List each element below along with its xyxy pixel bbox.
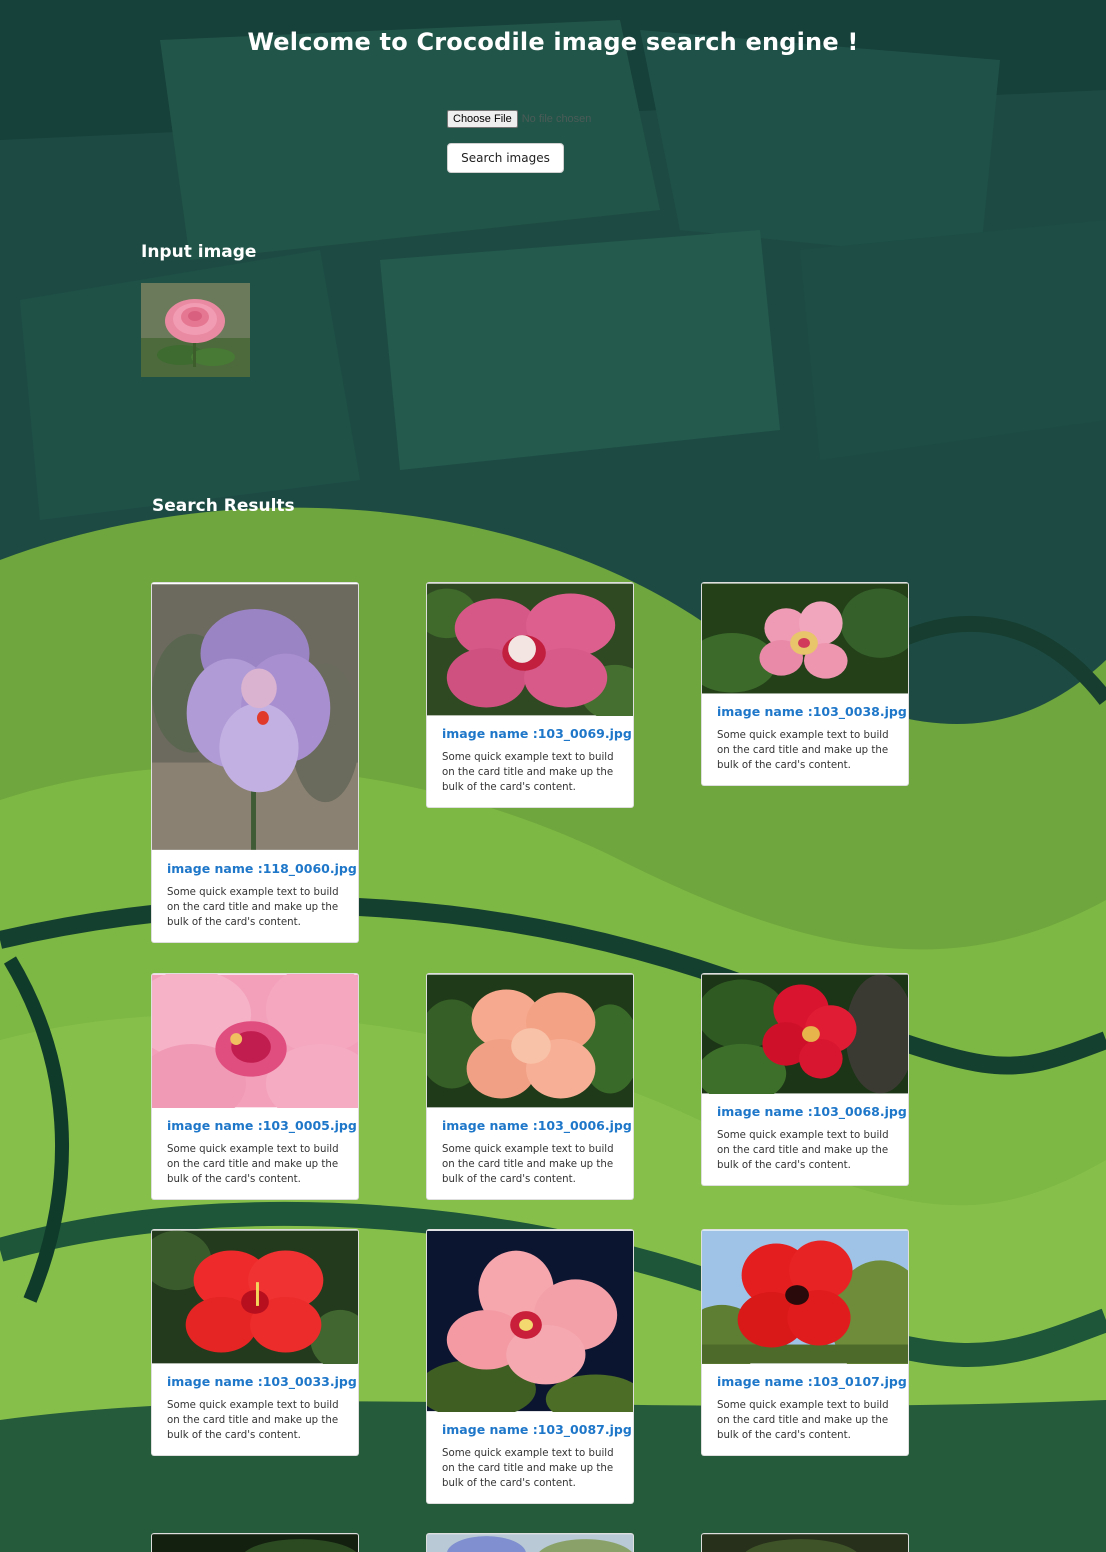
- result-image[interactable]: [702, 1230, 908, 1364]
- choose-file-button[interactable]: Choose File: [447, 110, 518, 128]
- result-card[interactable]: image name :103_0069.jpg Some quick exam…: [426, 582, 634, 808]
- result-image[interactable]: [427, 583, 633, 716]
- result-image[interactable]: [702, 974, 908, 1094]
- result-title: image name :103_0038.jpg: [717, 704, 907, 719]
- result-card[interactable]: image name :103_0038.jpg Some quick exam…: [701, 582, 909, 786]
- page-title: Welcome to Crocodile image search engine…: [247, 28, 859, 56]
- result-title: image name :118_0060.jpg: [167, 861, 357, 876]
- file-input[interactable]: Choose File No file chosen: [447, 110, 591, 128]
- result-image[interactable]: [702, 1534, 908, 1552]
- result-title: image name :103_0068.jpg: [717, 1104, 907, 1119]
- result-image[interactable]: [152, 1534, 358, 1552]
- result-text: Some quick example text to build on the …: [717, 730, 889, 771]
- search-results-heading: Search Results: [152, 496, 295, 516]
- result-card[interactable]: image name :103_0033.jpg Some quick exam…: [151, 1229, 359, 1456]
- page: Welcome to Crocodile image search engine…: [0, 0, 1106, 1552]
- result-text: Some quick example text to build on the …: [442, 752, 614, 793]
- result-text: Some quick example text to build on the …: [442, 1144, 614, 1185]
- file-status-text: No file chosen: [521, 113, 592, 125]
- input-image: [141, 283, 250, 377]
- result-text: Some quick example text to build on the …: [442, 1448, 614, 1489]
- result-title: image name :103_0087.jpg: [442, 1422, 632, 1437]
- result-image[interactable]: [152, 583, 358, 851]
- result-text: Some quick example text to build on the …: [167, 1144, 339, 1185]
- result-image[interactable]: [427, 974, 633, 1108]
- result-card-partial[interactable]: [426, 1533, 634, 1552]
- result-card-partial[interactable]: [701, 1533, 909, 1552]
- result-card[interactable]: image name :103_0107.jpg Some quick exam…: [701, 1229, 909, 1456]
- result-image[interactable]: [152, 1230, 358, 1364]
- result-title: image name :103_0033.jpg: [167, 1374, 357, 1389]
- result-image[interactable]: [427, 1534, 633, 1552]
- result-card[interactable]: image name :118_0060.jpg Some quick exam…: [151, 582, 359, 943]
- result-image[interactable]: [427, 1230, 633, 1412]
- result-title: image name :103_0006.jpg: [442, 1118, 632, 1133]
- result-image[interactable]: [702, 583, 908, 694]
- result-card[interactable]: image name :103_0005.jpg Some quick exam…: [151, 973, 359, 1200]
- result-card[interactable]: image name :103_0006.jpg Some quick exam…: [426, 973, 634, 1200]
- search-images-button[interactable]: Search images: [447, 143, 564, 173]
- result-text: Some quick example text to build on the …: [167, 887, 339, 928]
- result-title: image name :103_0107.jpg: [717, 1374, 907, 1389]
- result-card-partial[interactable]: [151, 1533, 359, 1552]
- result-title: image name :103_0069.jpg: [442, 726, 632, 741]
- result-card[interactable]: image name :103_0068.jpg Some quick exam…: [701, 973, 909, 1186]
- result-text: Some quick example text to build on the …: [717, 1130, 889, 1171]
- input-image-heading: Input image: [141, 242, 257, 262]
- result-text: Some quick example text to build on the …: [717, 1400, 889, 1441]
- result-title: image name :103_0005.jpg: [167, 1118, 357, 1133]
- result-text: Some quick example text to build on the …: [167, 1400, 339, 1441]
- result-card[interactable]: image name :103_0087.jpg Some quick exam…: [426, 1229, 634, 1504]
- result-image[interactable]: [152, 974, 358, 1108]
